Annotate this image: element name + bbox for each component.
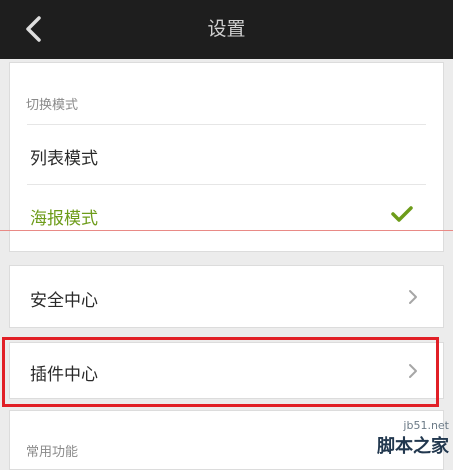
divider xyxy=(27,124,426,125)
page-title: 设置 xyxy=(207,18,246,40)
chevron-right-icon xyxy=(409,290,417,304)
watermark-name: 脚本之家 xyxy=(377,436,449,457)
title-bar: 设置 xyxy=(0,0,453,59)
row-security-center[interactable]: 安全中心 xyxy=(9,265,444,328)
checkmark-icon xyxy=(391,206,413,222)
row-label-security-center: 安全中心 xyxy=(30,291,98,311)
watermark-url: jb51.net xyxy=(403,419,449,432)
section-label-common: 常用功能 xyxy=(26,445,79,460)
option-list-mode[interactable]: 列表模式 xyxy=(30,144,98,169)
mode-switch-card: 切换模式 列表模式 海报模式 xyxy=(9,62,444,252)
highlight-box xyxy=(2,337,439,407)
option-poster-mode[interactable]: 海报模式 xyxy=(30,204,98,229)
watermark: jb51.net 脚本之家 xyxy=(377,419,449,458)
divider xyxy=(27,184,426,185)
guide-line xyxy=(0,230,453,231)
section-label-mode: 切换模式 xyxy=(26,98,79,113)
